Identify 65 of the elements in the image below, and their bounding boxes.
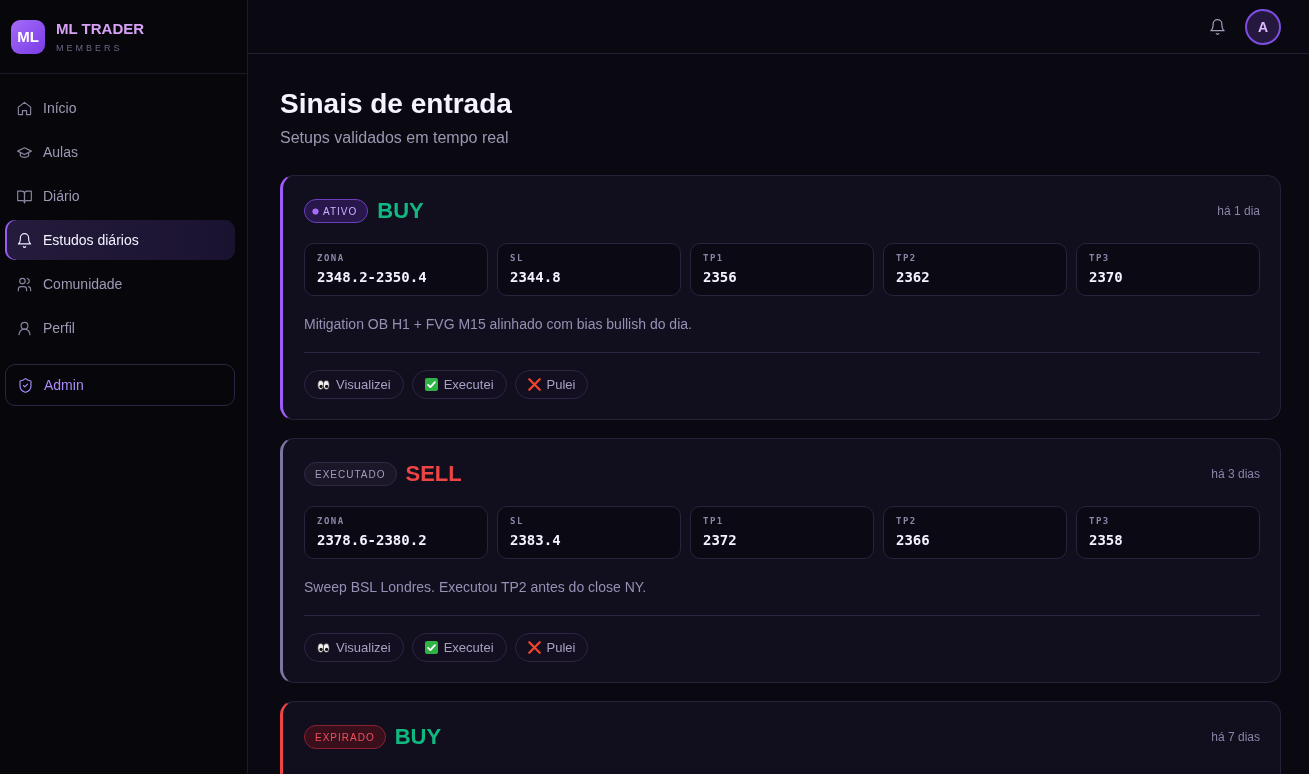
logo-mark: ML bbox=[11, 19, 45, 54]
action-button[interactable]: Executei bbox=[411, 633, 507, 662]
nav-item[interactable]: Perfil bbox=[5, 308, 235, 348]
action-button[interactable]: Visualizei bbox=[304, 633, 404, 662]
status-text: ATIVO bbox=[323, 205, 358, 217]
check-icon bbox=[424, 641, 438, 654]
page-title: Sinais de entrada bbox=[280, 87, 512, 121]
metric-label: TP3 bbox=[1089, 252, 1110, 264]
status-text: EXECUTADO bbox=[315, 468, 386, 480]
x-icon bbox=[527, 378, 541, 391]
metric-value: 2378.6-2380.2 bbox=[317, 531, 427, 549]
nav-item[interactable]: Aulas bbox=[5, 132, 235, 172]
metric-label: TP2 bbox=[896, 515, 917, 527]
action-button[interactable]: Pulei bbox=[514, 633, 589, 662]
signal-time: há 7 dias bbox=[1211, 730, 1260, 744]
metric-label: ZONA bbox=[317, 515, 345, 527]
book-icon bbox=[17, 188, 32, 204]
page-subtitle: Setups validados em tempo real bbox=[280, 128, 509, 148]
metric-label: TP2 bbox=[896, 252, 917, 264]
signal-description: Sweep BSL Londres. Executou TP2 antes do close NY. bbox=[304, 578, 648, 597]
x-icon bbox=[527, 641, 541, 654]
eyes-icon bbox=[317, 379, 330, 390]
metric-label: TP1 bbox=[703, 515, 724, 527]
metric-value: 2372 bbox=[703, 531, 737, 549]
brand-tagline: MEMBERS bbox=[56, 42, 123, 54]
signal-description: Mitigation OB H1 + FVG M15 alinhado com bias bullish do dia. bbox=[304, 315, 693, 334]
metric-value: 2366 bbox=[896, 531, 930, 549]
bell-icon bbox=[17, 232, 32, 248]
signal-time: há 1 dia bbox=[1217, 204, 1260, 218]
user-avatar[interactable]: A bbox=[1245, 8, 1281, 45]
metric-value: 2358 bbox=[1089, 531, 1123, 549]
users-icon bbox=[17, 276, 32, 292]
action-button[interactable]: Executei bbox=[411, 370, 507, 399]
status-text: EXPIRADO bbox=[315, 731, 375, 743]
action-button[interactable]: Pulei bbox=[514, 370, 589, 399]
status-dot-icon bbox=[312, 207, 319, 215]
home-icon bbox=[17, 100, 32, 116]
action-button[interactable]: Visualizei bbox=[304, 370, 404, 399]
metric-label: TP3 bbox=[1089, 515, 1110, 527]
bell-icon[interactable] bbox=[1210, 18, 1225, 35]
user-icon bbox=[17, 320, 32, 336]
brand-name: ML TRADER bbox=[56, 19, 145, 38]
eyes-icon bbox=[317, 642, 330, 653]
graduation-cap-icon bbox=[17, 144, 32, 160]
signal-direction: SELL bbox=[405, 460, 462, 488]
metric-label: SL bbox=[510, 252, 524, 264]
nav-item[interactable]: Diário bbox=[5, 176, 235, 216]
admin-link[interactable]: Admin bbox=[5, 364, 235, 406]
metric-value: 2344.8 bbox=[510, 268, 561, 286]
nav-item[interactable]: Início bbox=[5, 88, 235, 128]
metric-value: 2348.2-2350.4 bbox=[317, 268, 427, 286]
signal-time: há 3 dias bbox=[1211, 467, 1260, 481]
signal-direction: BUY bbox=[377, 197, 424, 225]
metric-label: SL bbox=[510, 515, 524, 527]
metric-label: ZONA bbox=[317, 252, 345, 264]
shield-check-icon bbox=[18, 377, 33, 393]
signal-direction: BUY bbox=[394, 723, 442, 751]
nav-item[interactable]: Comunidade bbox=[5, 264, 235, 304]
check-icon bbox=[424, 378, 438, 391]
metric-value: 2383.4 bbox=[510, 531, 561, 549]
metric-label: TP1 bbox=[703, 252, 724, 264]
metric-value: 2356 bbox=[703, 268, 737, 286]
metric-value: 2362 bbox=[896, 268, 930, 286]
metric-value: 2370 bbox=[1089, 268, 1123, 286]
nav-item[interactable]: Estudos diários bbox=[5, 220, 235, 260]
